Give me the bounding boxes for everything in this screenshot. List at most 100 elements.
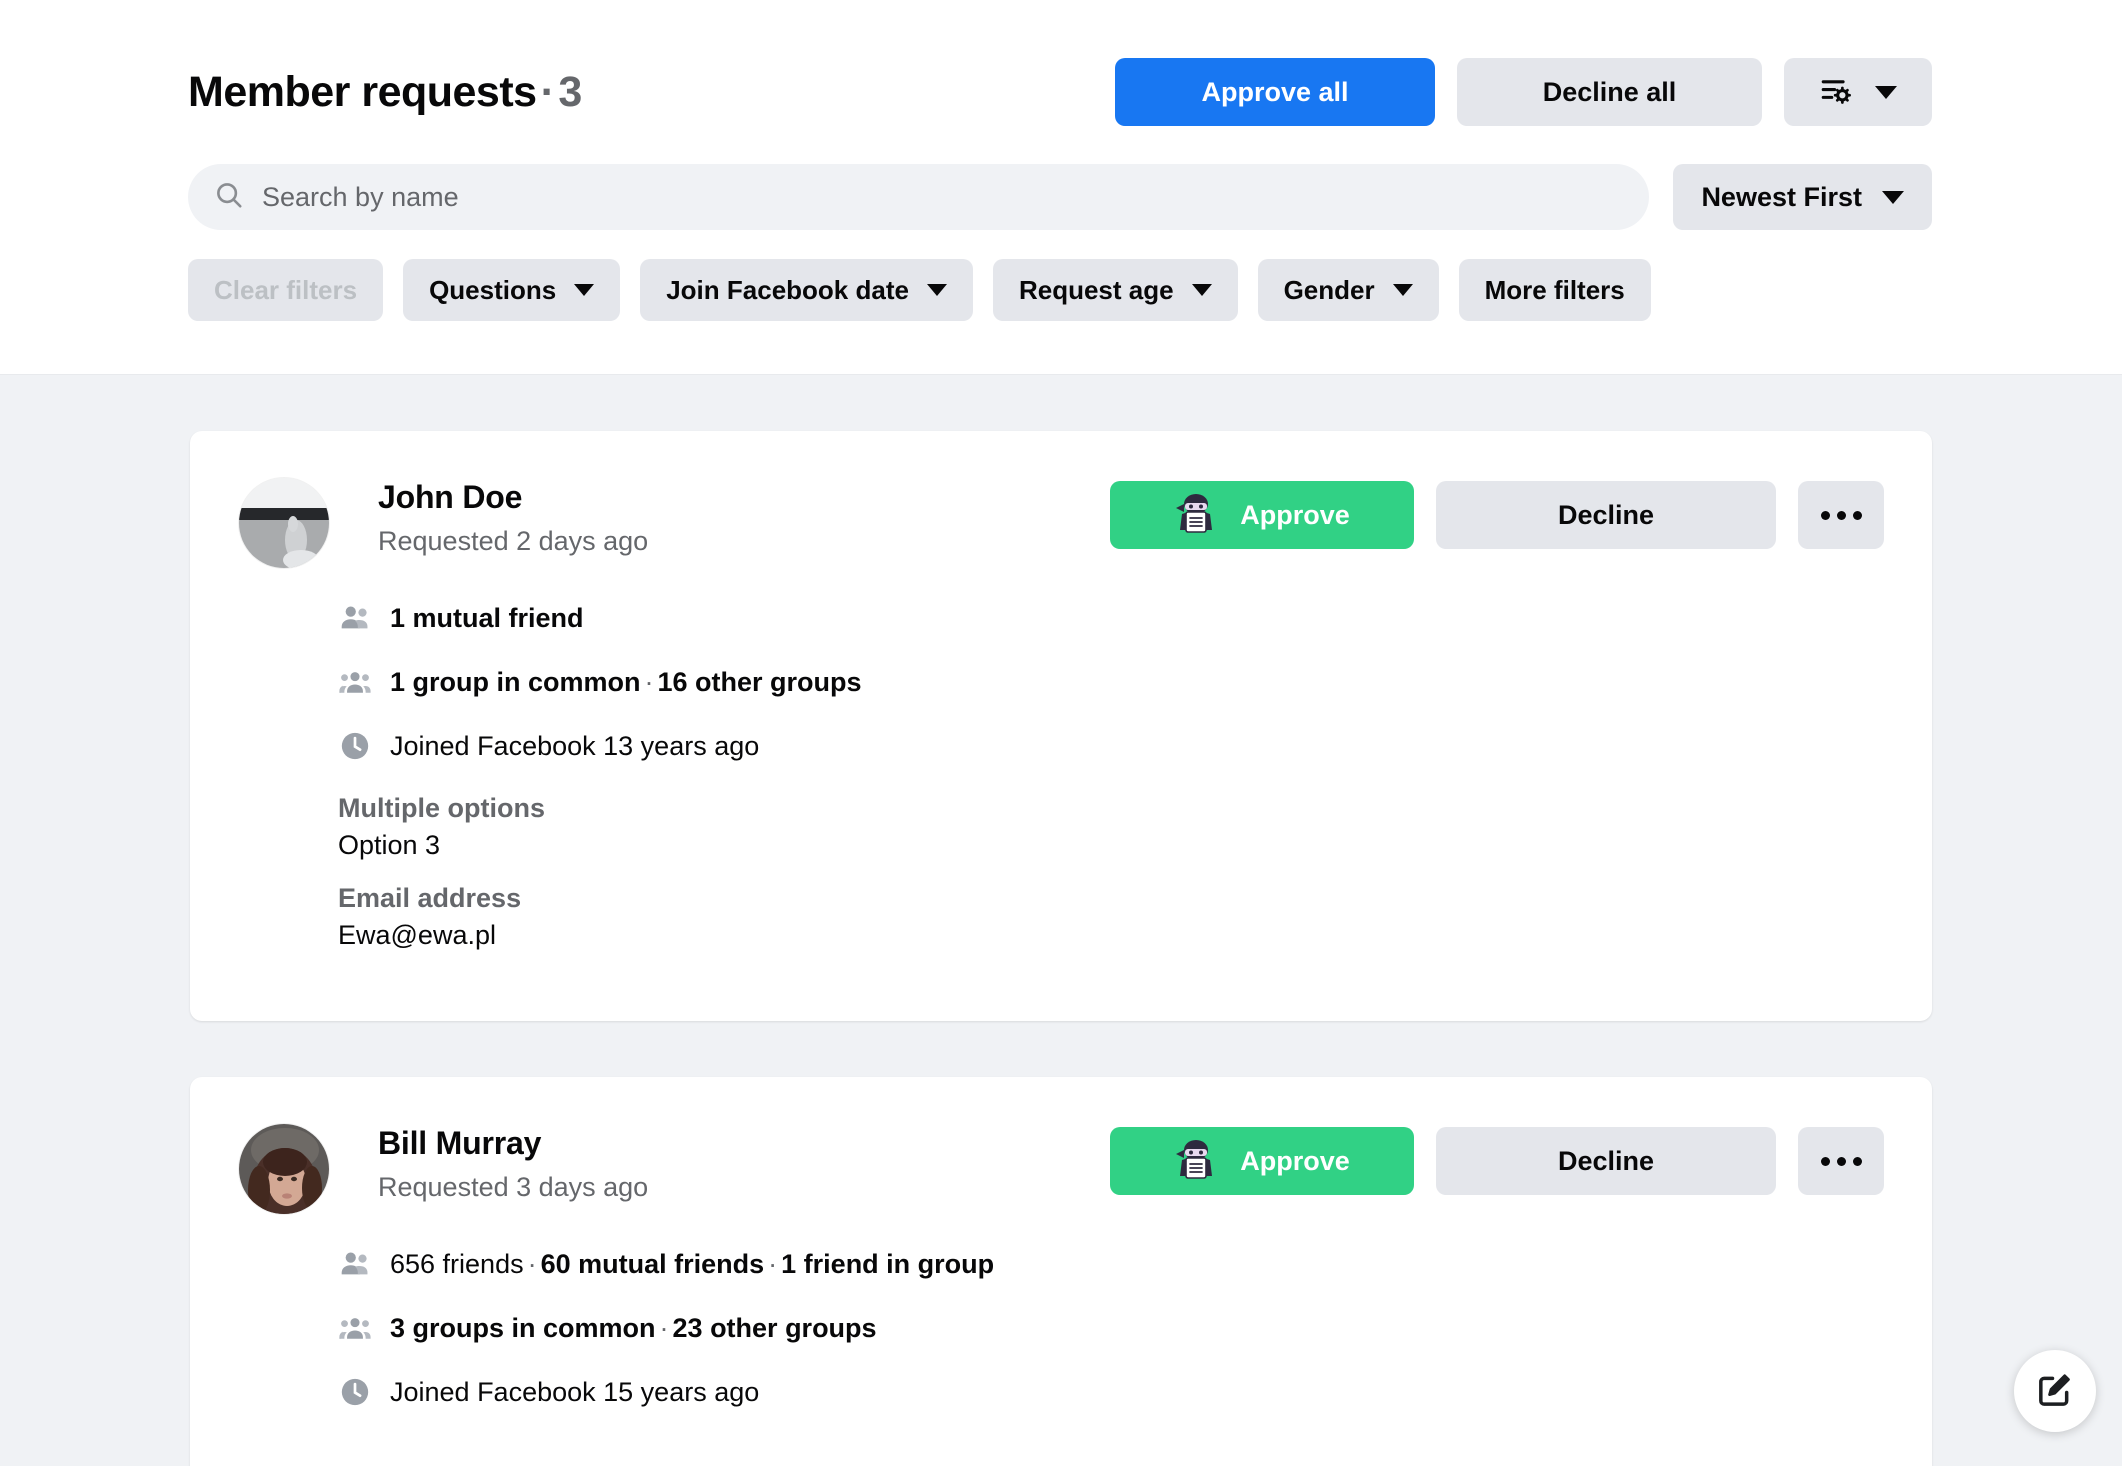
sort-order-label: Newest First: [1701, 181, 1862, 212]
search-input[interactable]: [262, 181, 1624, 213]
text-separator: ·: [768, 1248, 778, 1279]
info-row: Joined Facebook 13 years ago: [338, 729, 1884, 763]
info-row-text: Joined Facebook 13 years ago: [390, 731, 759, 762]
approve-button-label: Approve: [1240, 1145, 1350, 1176]
filter-chip-label: Join Facebook date: [666, 274, 909, 305]
compose-fab-button[interactable]: [2014, 1350, 2096, 1432]
member-request-card: Bill Murray Requested 3 days ago Approve De…: [190, 1077, 1932, 1466]
info-text-part: 1 friend in group: [781, 1248, 995, 1279]
decline-button-label: Decline: [1557, 1145, 1655, 1176]
approve-button[interactable]: Approve: [1110, 481, 1414, 549]
filter-chip-gender[interactable]: Gender: [1257, 259, 1439, 321]
info-text-part: 60 mutual friends: [540, 1248, 765, 1279]
filter-chip-more-filters[interactable]: More filters: [1458, 259, 1651, 321]
clock-icon: [338, 1375, 376, 1409]
chevron-down-icon: [926, 284, 947, 296]
approve-button-label: Approve: [1240, 499, 1350, 530]
info-text-part: 656 friends: [390, 1248, 524, 1279]
clock-icon: [338, 729, 376, 763]
question-answer: Option 3: [338, 830, 441, 860]
info-text-part: 1 mutual friend: [390, 602, 584, 633]
sort-order-dropdown[interactable]: Newest First: [1673, 164, 1932, 230]
approve-button[interactable]: Approve: [1110, 1127, 1414, 1195]
info-row-text: 1 mutual friend: [390, 603, 584, 634]
chevron-down-icon: [574, 284, 595, 296]
filter-chip-request-age[interactable]: Request age: [992, 259, 1238, 321]
settings-dropdown-button[interactable]: [1784, 58, 1932, 126]
info-text-part: Joined Facebook 13 years ago: [390, 730, 760, 761]
avatar[interactable]: [238, 1123, 330, 1215]
ellipsis-icon: [1820, 510, 1862, 520]
page-title: Member requests·3: [188, 68, 582, 117]
info-text-part: Joined Facebook 15 years ago: [390, 1376, 760, 1407]
page-title-text: Member requests: [188, 67, 537, 116]
decline-button[interactable]: Decline: [1436, 481, 1776, 549]
ninja-emoji-icon: [1174, 490, 1218, 541]
name-block: Bill Murray Requested 3 days ago: [378, 1121, 648, 1203]
text-separator: ·: [527, 1248, 537, 1279]
filter-chip-label: Request age: [1018, 274, 1174, 305]
three-people-icon: [338, 665, 376, 699]
text-separator: ·: [644, 666, 654, 697]
request-count: 3: [558, 67, 582, 116]
settings-sliders-gear-icon: [1819, 74, 1853, 111]
request-timestamp: Requested 3 days ago: [378, 1172, 649, 1202]
header-actions: Approve all Decline all: [1115, 58, 1932, 126]
question-label: Email address: [338, 883, 522, 913]
page-header: Member requests·3 Approve all Decline al…: [0, 0, 2122, 375]
chevron-down-icon: [1875, 85, 1897, 99]
search-box[interactable]: [188, 164, 1650, 230]
card-header: Bill Murray Requested 3 days ago Approve De…: [238, 1121, 1884, 1215]
request-timestamp: Requested 2 days ago: [378, 526, 649, 556]
info-row-text: Joined Facebook 15 years ago: [390, 1377, 759, 1408]
approve-all-button[interactable]: Approve all: [1115, 58, 1435, 126]
info-list: 1 mutual friend 1 group in common · 16 othe…: [338, 601, 1884, 763]
info-row-text: 1 group in common · 16 other groups: [390, 667, 862, 698]
chevron-down-icon: [1191, 284, 1212, 296]
name-block: John Doe Requested 2 days ago: [378, 475, 648, 557]
info-text-part: 1 group in common: [390, 666, 641, 697]
title-separator: ·: [540, 67, 555, 116]
info-text-part: 3 groups in common: [390, 1312, 656, 1343]
decline-button-label: Decline: [1557, 499, 1655, 530]
info-row: 1 mutual friend: [338, 601, 1884, 635]
question-answer: Ewa@ewa.pl: [338, 920, 496, 950]
member-requests-list: John Doe Requested 2 days ago Approve Decli…: [0, 431, 2122, 1466]
question-label: Multiple options: [338, 793, 545, 823]
info-list: 656 friends · 60 mutual friends · 1 friend i…: [338, 1247, 1884, 1409]
compose-edit-icon: [2035, 1370, 2075, 1413]
question-answer-pair: Email address Ewa@ewa.pl: [338, 883, 1884, 951]
info-row-text: 3 groups in common · 23 other groups: [390, 1313, 877, 1344]
ninja-emoji-icon: [1174, 1136, 1218, 1187]
filter-chip-join-facebook-date[interactable]: Join Facebook date: [640, 259, 973, 321]
more-options-button[interactable]: [1798, 1127, 1884, 1195]
filter-chip-label: More filters: [1484, 274, 1625, 305]
filter-chip-label: Clear filters: [214, 274, 358, 305]
card-actions: Approve Decline: [1110, 1121, 1884, 1195]
info-text-part: 23 other groups: [672, 1312, 877, 1343]
search-icon: [214, 180, 244, 215]
more-options-button[interactable]: [1798, 481, 1884, 549]
info-row: 1 group in common · 16 other groups: [338, 665, 1884, 699]
two-people-icon: [338, 1247, 376, 1281]
info-row: 3 groups in common · 23 other groups: [338, 1311, 1884, 1345]
member-request-card: John Doe Requested 2 days ago Approve Decli…: [190, 431, 1932, 1021]
card-header: John Doe Requested 2 days ago Approve Decli…: [238, 475, 1884, 569]
avatar[interactable]: [238, 477, 330, 569]
decline-all-button[interactable]: Decline all: [1457, 58, 1762, 126]
person-name[interactable]: Bill Murray: [378, 1125, 648, 1162]
info-row-text: 656 friends · 60 mutual friends · 1 friend i…: [390, 1249, 994, 1280]
chevron-down-icon: [1882, 190, 1904, 204]
info-row: Joined Facebook 15 years ago: [338, 1375, 1884, 1409]
card-actions: Approve Decline: [1110, 475, 1884, 549]
header-top-row: Member requests·3 Approve all Decline al…: [0, 0, 2122, 136]
filter-chip-label: Gender: [1283, 274, 1375, 305]
info-row: 656 friends · 60 mutual friends · 1 friend i…: [338, 1247, 1884, 1281]
filter-chip-clear-filters: Clear filters: [188, 259, 384, 321]
member-requests-page: Member requests·3 Approve all Decline al…: [0, 0, 2122, 1466]
decline-button[interactable]: Decline: [1436, 1127, 1776, 1195]
person-name[interactable]: John Doe: [378, 479, 648, 516]
filter-chips-row: Clear filters Questions Join Facebook date…: [0, 230, 2122, 321]
filter-chip-label: Questions: [429, 274, 557, 305]
filter-chip-questions[interactable]: Questions: [403, 259, 621, 321]
